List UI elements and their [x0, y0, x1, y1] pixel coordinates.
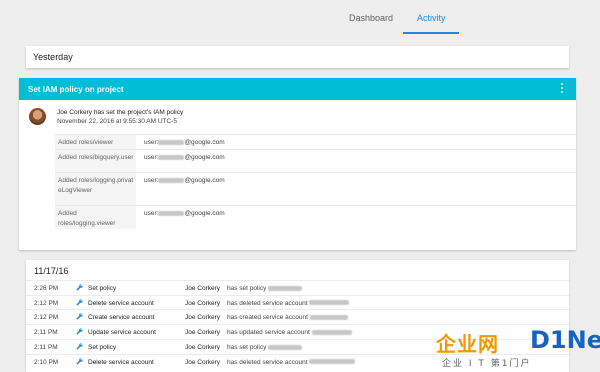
redacted-text	[158, 154, 185, 160]
active-tab-indicator	[403, 32, 459, 34]
activity-action[interactable]: Create service account	[88, 314, 154, 321]
activity-time: 2:26 PM	[34, 285, 59, 292]
redacted-text	[309, 300, 350, 306]
more-options-icon[interactable]	[560, 83, 564, 95]
activity-user: Joe Corkery	[185, 285, 221, 292]
activity-description: has deleted service account	[227, 300, 350, 307]
policy-member: user: @google.com	[144, 177, 225, 184]
event-date-line: November 22, 2016 at 9:55:30 AM UTC-5	[57, 118, 177, 125]
activity-description: has set policy	[227, 344, 303, 351]
wrench-icon	[76, 343, 83, 350]
event-title: Set IAM policy on project	[28, 85, 124, 94]
redacted-text	[158, 139, 185, 145]
activity-row[interactable]: 2:12 PM Create service account Joe Corkery…	[26, 309, 569, 323]
activity-description: has set policy	[227, 285, 303, 292]
wrench-icon	[76, 299, 83, 306]
top-navigation: Dashboard Activity	[0, 0, 600, 36]
activity-description: has created service account	[227, 314, 348, 321]
tab-dashboard[interactable]: Dashboard	[349, 13, 393, 23]
policy-role: Added roles/logging.viewer	[55, 206, 136, 229]
tab-activity[interactable]: Activity	[417, 13, 446, 23]
activity-action[interactable]: Delete service account	[88, 300, 154, 307]
policy-member: user: @google.com	[144, 210, 225, 217]
event-actor-line: Joe Corkery has set the project's IAM po…	[57, 109, 184, 116]
policy-binding-row: Added roles/bigquery.user user: @google.c…	[55, 149, 576, 172]
activity-user: Joe Corkery	[185, 343, 221, 351]
activity-date-heading: 11/17/16	[34, 266, 69, 276]
activity-description: has deleted service account	[227, 359, 356, 366]
activity-row[interactable]: 2:26 PM Set policy Joe Corkery has set poli…	[26, 280, 569, 294]
watermark-logo: 企业网 D1Net 企业 I T 第1门户	[436, 326, 600, 369]
policy-role: Added roles/logging.privateLogViewer	[55, 173, 136, 205]
activity-time: 2:10 PM	[34, 358, 59, 366]
activity-time: 2:11 PM	[34, 343, 58, 351]
policy-binding-row: Added roles/logging.viewer user: @google.…	[55, 205, 576, 229]
wrench-icon	[76, 284, 83, 291]
event-card-header: Set IAM policy on project	[19, 78, 576, 100]
yesterday-section-header: Yesterday	[26, 46, 569, 68]
wrench-icon	[76, 313, 83, 320]
avatar	[29, 108, 46, 125]
redacted-text	[309, 315, 348, 321]
policy-member: user: @google.com	[144, 139, 225, 146]
redacted-text	[158, 177, 185, 183]
activity-time: 2:12 PM	[34, 299, 59, 307]
policy-role: Added roles/viewer	[55, 135, 136, 149]
activity-description: has updated service account	[227, 329, 352, 336]
redacted-text	[268, 344, 303, 350]
policy-binding-row: Added roles/logging.privateLogViewer use…	[55, 172, 576, 205]
activity-action[interactable]: Set policy	[88, 344, 116, 351]
activity-user: Joe Corkery	[185, 314, 221, 322]
activity-time: 2:11 PM	[34, 329, 58, 337]
redacted-text	[311, 329, 352, 335]
activity-time: 2:12 PM	[34, 314, 59, 322]
activity-row[interactable]: 2:12 PM Delete service account Joe Corkery…	[26, 294, 569, 309]
activity-action[interactable]: Set policy	[88, 285, 116, 292]
activity-user: Joe Corkery	[185, 358, 221, 366]
wrench-icon	[76, 357, 83, 365]
activity-user: Joe Corkery	[185, 329, 221, 337]
redacted-text	[309, 359, 356, 365]
redacted-text	[268, 285, 303, 291]
policy-member: user: @google.com	[144, 154, 225, 161]
activity-action[interactable]: Delete service account	[88, 359, 154, 366]
policy-binding-row: Added roles/viewer user: @google.com	[55, 134, 576, 149]
policy-role: Added roles/bigquery.user	[55, 150, 136, 172]
redacted-text	[158, 210, 185, 216]
wrench-icon	[76, 328, 83, 335]
activity-action[interactable]: Update service account	[88, 329, 156, 336]
iam-event-card: Set IAM policy on project Joe Corkery ha…	[19, 78, 576, 250]
activity-user: Joe Corkery	[185, 299, 221, 307]
section-date-label: Yesterday	[33, 52, 73, 62]
